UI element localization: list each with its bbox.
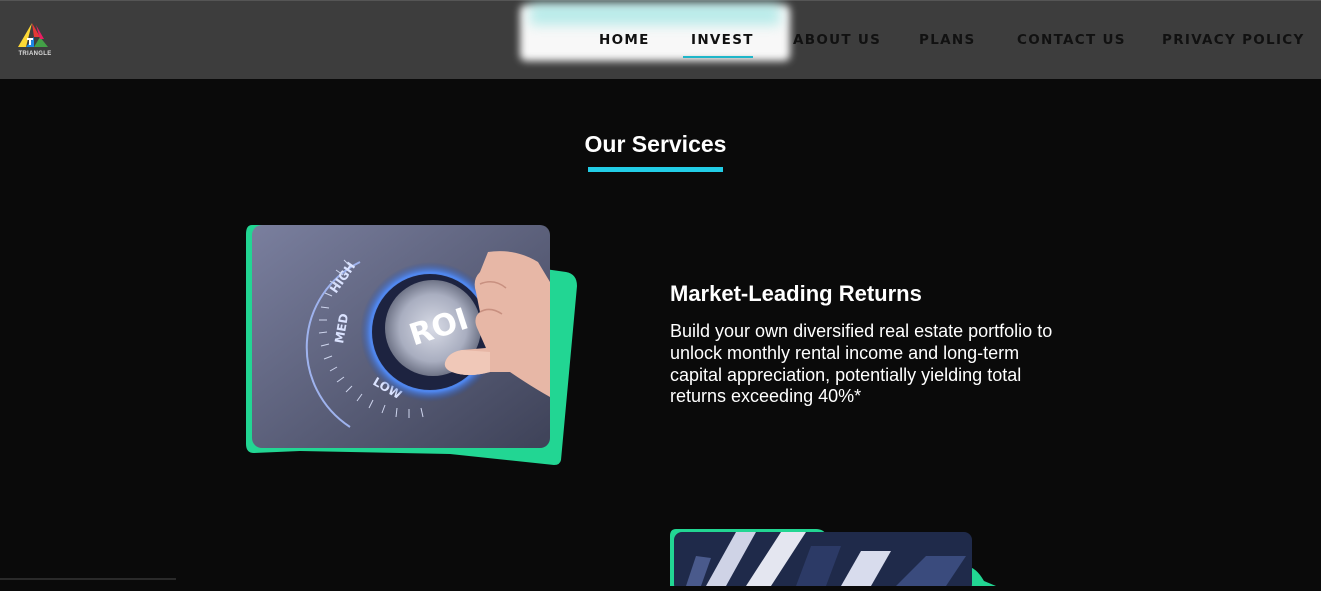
nav-about-us[interactable]: ABOUT US [793, 32, 881, 48]
service-description: Build your own diversified real estate p… [670, 321, 1053, 407]
roi-dial-image: HIGH MED LOW ROI [240, 222, 585, 475]
bottom-divider [0, 578, 176, 580]
nav-plans[interactable]: PLANS [919, 32, 975, 48]
nav-home[interactable]: HOME [599, 32, 650, 48]
triangle-logo-icon [18, 23, 48, 47]
section-title-underline [588, 167, 723, 172]
logo-wordmark: TRIANGLE [18, 51, 52, 57]
nav-invest[interactable]: INVEST [691, 32, 754, 48]
section-title: Our Services [584, 131, 727, 157]
nav-privacy-policy[interactable]: PRIVACY POLICY [1162, 32, 1305, 48]
nav-highlight-tint [530, 3, 780, 25]
service-heading: Market-Leading Returns [670, 281, 922, 306]
nav-active-underline [683, 56, 753, 58]
investment-photo-image [666, 526, 1006, 591]
top-navbar: TRIANGLE HOME INVEST ABOUT US PLANS CONT… [0, 0, 1321, 79]
triangle-logo[interactable]: TRIANGLE [14, 19, 56, 61]
nav-contact-us[interactable]: CONTACT US [1017, 32, 1126, 48]
